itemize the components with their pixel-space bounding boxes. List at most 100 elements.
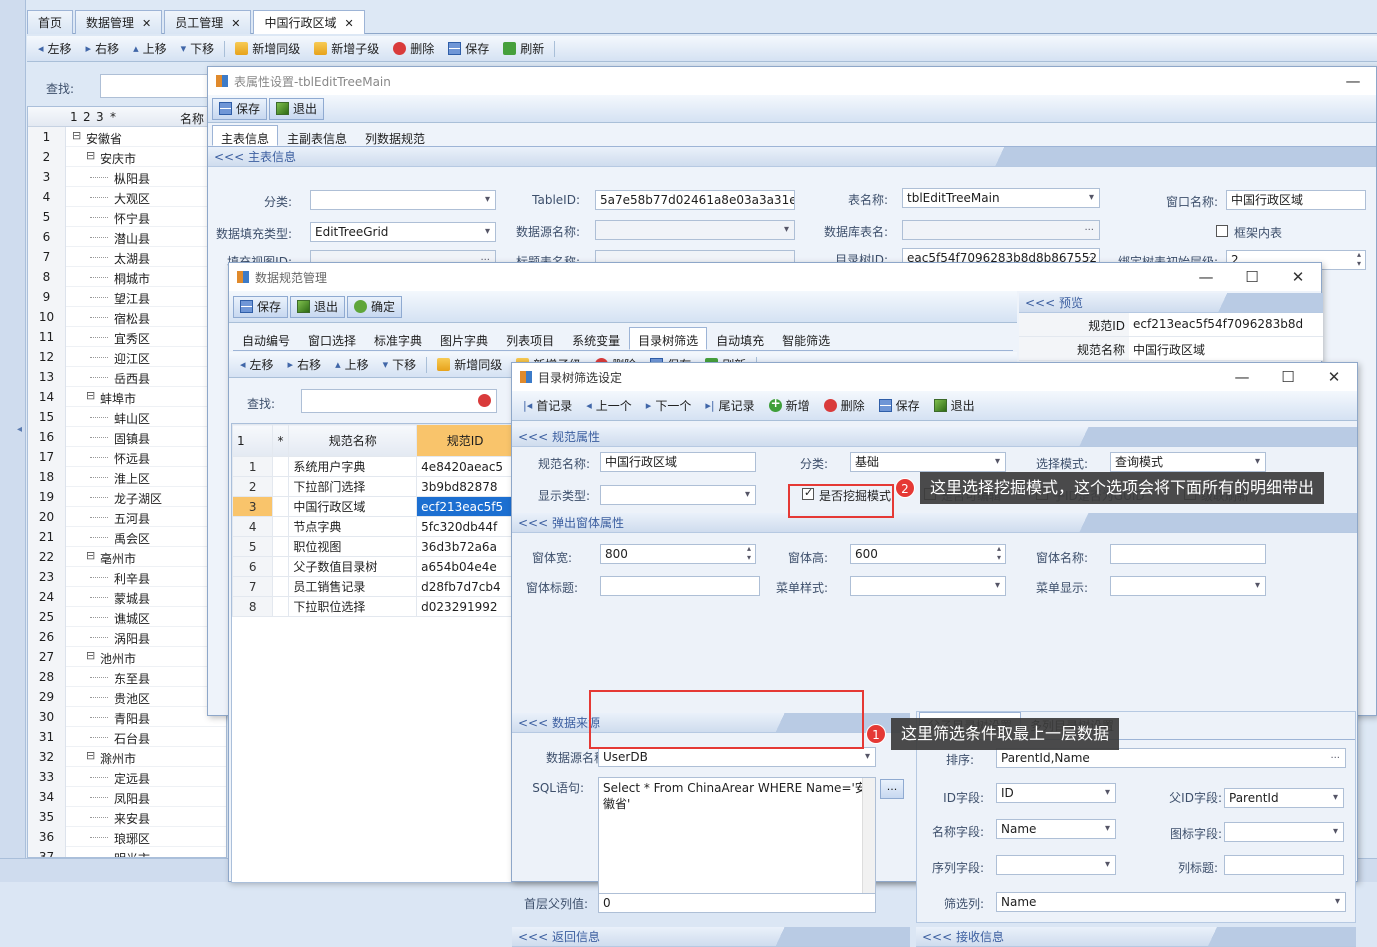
close-tab-icon[interactable]: ✕ xyxy=(345,17,354,30)
category-select[interactable]: 基础 xyxy=(850,452,1006,472)
table-row[interactable]: 1 系统用户字典 4e8420aeac5 xyxy=(232,456,512,477)
tree-row[interactable]: 13 岳西县 xyxy=(28,367,226,387)
table-row[interactable]: 2 下拉部门选择 3b9bd82878 xyxy=(232,476,512,497)
tree-row[interactable]: 31 石台县 xyxy=(28,727,226,747)
tree-row[interactable]: 7 太湖县 xyxy=(28,247,226,267)
spec-id-cell[interactable]: d023291992 xyxy=(416,596,512,617)
minimize-button[interactable]: — xyxy=(1330,67,1376,95)
exit-button[interactable]: 退出 xyxy=(290,295,346,318)
clear-search-icon[interactable] xyxy=(478,394,491,407)
save-button[interactable]: 保存 xyxy=(212,97,268,120)
tree-row[interactable]: 19 龙子湖区 xyxy=(28,487,226,507)
expand-toggle-icon[interactable]: ⊟ xyxy=(86,549,95,562)
tree-row[interactable]: 30 青阳县 xyxy=(28,707,226,727)
move-left-button[interactable]: ◂ 左移 xyxy=(31,38,79,60)
expand-toggle-icon[interactable]: ⊟ xyxy=(86,149,95,162)
expand-toggle-icon[interactable]: ⊟ xyxy=(86,749,95,762)
tree-row[interactable]: 11 宜秀区 xyxy=(28,327,226,347)
expand-toggle-icon[interactable]: ⊟ xyxy=(86,389,95,402)
tab-4[interactable]: 列表项目 xyxy=(497,327,563,350)
tree-row[interactable]: 20 五河县 xyxy=(28,507,226,527)
tree-row[interactable]: 34 凤阳县 xyxy=(28,787,226,807)
tab-3[interactable]: 图片字典 xyxy=(431,327,497,350)
close-button[interactable]: ✕ xyxy=(1311,363,1357,391)
grid-header-cell[interactable]: * xyxy=(272,424,290,457)
spec-id-cell[interactable]: a654b04e4e xyxy=(416,556,512,577)
tree-row[interactable]: 22 ⊟ 亳州市 xyxy=(28,547,226,567)
tree-row[interactable]: 3 枞阳县 xyxy=(28,167,226,187)
db-table-name-field[interactable] xyxy=(902,220,1100,240)
menu-display-select[interactable] xyxy=(1110,576,1266,596)
move-left-button[interactable]: ◂ 左移 xyxy=(233,354,281,376)
display-type-select[interactable] xyxy=(600,485,756,505)
top-parent-field[interactable]: 0 xyxy=(598,893,876,913)
maximize-button[interactable]: ☐ xyxy=(1265,363,1311,391)
table-row[interactable]: 7 员工销售记录 d28fb7d7cb4 xyxy=(232,576,512,597)
frame-table-checkbox[interactable] xyxy=(1216,225,1228,237)
window-height-field[interactable]: 600 xyxy=(850,544,1006,564)
move-down-button[interactable]: ▾ 下移 xyxy=(376,354,424,376)
previous-button[interactable]: ◂ 上一个 xyxy=(579,395,639,417)
tree-row[interactable]: 21 禹会区 xyxy=(28,527,226,547)
tree-row[interactable]: 27 ⊟ 池州市 xyxy=(28,647,226,667)
first-record-button[interactable]: |◂ 首记录 xyxy=(516,395,579,417)
maximize-button[interactable]: ☐ xyxy=(1229,263,1275,291)
move-right-button[interactable]: ▸ 右移 xyxy=(79,38,127,60)
window-name-field[interactable]: 中国行政区域 xyxy=(1226,190,1366,210)
add-button[interactable]: 新增 xyxy=(762,395,817,417)
move-up-button[interactable]: ▴ 上移 xyxy=(328,354,376,376)
add-sibling-button[interactable]: 新增同级 xyxy=(228,38,307,60)
tab-0[interactable]: 自动编号 xyxy=(233,327,299,350)
tree-row[interactable]: 25 谯城区 xyxy=(28,607,226,627)
tree-row[interactable]: 32 ⊟ 滁州市 xyxy=(28,747,226,767)
tab-2[interactable]: 标准字典 xyxy=(365,327,431,350)
table-row[interactable]: 3 中国行政区域 ecf213eac5f5 xyxy=(232,496,512,517)
tree-row[interactable]: 14 ⊟ 蚌埠市 xyxy=(28,387,226,407)
minimize-button[interactable]: — xyxy=(1219,363,1265,391)
spec-id-cell[interactable]: ecf213eac5f5 xyxy=(416,496,512,517)
tree-row[interactable]: 36 琅琊区 xyxy=(28,827,226,847)
next-button[interactable]: ▸ 下一个 xyxy=(639,395,699,417)
filter-column-select[interactable]: Name xyxy=(996,892,1346,912)
spec-name-cell[interactable]: 职位视图 xyxy=(288,536,418,557)
spec-id-cell[interactable]: d28fb7d7cb4 xyxy=(416,576,512,597)
close-tab-icon[interactable]: ✕ xyxy=(142,17,151,30)
tree-row[interactable]: 1 ⊟ 安徽省 xyxy=(28,127,226,147)
spec-name-cell[interactable]: 员工销售记录 xyxy=(288,576,418,597)
tree-row[interactable]: 23 利辛县 xyxy=(28,567,226,587)
collapse-handle[interactable]: ◂ xyxy=(17,424,25,444)
add-child-button[interactable]: 新增子级 xyxy=(307,38,386,60)
window-width-field[interactable]: 800 xyxy=(600,544,756,564)
tree-row[interactable]: 4 大观区 xyxy=(28,187,226,207)
expand-toggle-icon[interactable]: ⊟ xyxy=(72,129,81,142)
tree-level-1[interactable]: 1 xyxy=(70,110,78,124)
tree-row[interactable]: 18 淮上区 xyxy=(28,467,226,487)
spec-name-cell[interactable]: 下拉职位选择 xyxy=(288,596,418,617)
tree-row[interactable]: 6 潜山县 xyxy=(28,227,226,247)
select-mode-select[interactable]: 查询模式 xyxy=(1110,452,1266,472)
sort-field[interactable]: ParentId,Name xyxy=(996,748,1346,768)
tree-row[interactable]: 37 明光市 xyxy=(28,847,226,857)
tree-row[interactable]: 17 怀远县 xyxy=(28,447,226,467)
spec-name-field[interactable]: 中国行政区域 xyxy=(600,452,756,472)
datasource-select[interactable]: UserDB xyxy=(598,747,876,767)
tab-2[interactable]: 列数据规范 xyxy=(356,125,434,146)
sequence-field-select[interactable] xyxy=(996,855,1116,875)
table-name-field[interactable]: tblEditTreeMain xyxy=(902,188,1100,208)
main-search-input[interactable] xyxy=(100,74,220,98)
tree-row[interactable]: 35 来安县 xyxy=(28,807,226,827)
spec-id-cell[interactable]: 3b9bd82878 xyxy=(416,476,512,497)
move-up-button[interactable]: ▴ 上移 xyxy=(126,38,174,60)
move-down-button[interactable]: ▾ 下移 xyxy=(174,38,222,60)
spec-name-cell[interactable]: 下拉部门选择 xyxy=(288,476,418,497)
add-sibling-button[interactable]: 新增同级 xyxy=(430,354,509,376)
save-button[interactable]: 保存 xyxy=(233,295,289,318)
minimize-button[interactable]: — xyxy=(1183,263,1229,291)
spec-id-cell[interactable]: 36d3b72a6a xyxy=(416,536,512,557)
sql-editor-button[interactable]: ... xyxy=(880,779,904,799)
last-record-button[interactable]: ▸| 尾记录 xyxy=(698,395,761,417)
name-field-select[interactable]: Name xyxy=(996,819,1116,839)
main-tab[interactable]: 数据管理 ✕ xyxy=(75,10,163,34)
tab-1[interactable]: 主副表信息 xyxy=(278,125,356,146)
table-row[interactable]: 8 下拉职位选择 d023291992 xyxy=(232,596,512,617)
